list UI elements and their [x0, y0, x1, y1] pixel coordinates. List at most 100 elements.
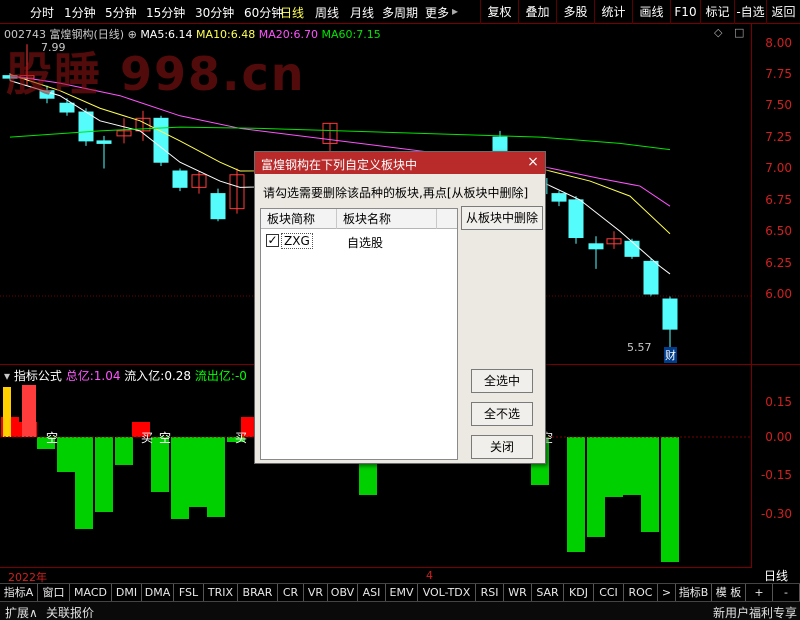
dialog-titlebar[interactable]: 富煌钢构在下列自定义板块中 ×	[255, 152, 545, 174]
price-tick: 6.75	[765, 193, 792, 207]
period-tab-1min[interactable]: 1分钟	[64, 4, 96, 21]
period-tab-multi[interactable]: 多周期	[382, 4, 418, 21]
period-tab-5min[interactable]: 5分钟	[105, 4, 137, 21]
period-tab-monthly[interactable]: 月线	[350, 4, 374, 21]
flow-bar	[189, 437, 207, 507]
chart-square-icon[interactable]: □	[734, 26, 744, 39]
flow-bar	[587, 437, 605, 537]
tab-kdj[interactable]: KDJ	[564, 584, 594, 602]
price-tick: 7.75	[765, 67, 792, 81]
indicator-name[interactable]: 指标公式	[14, 369, 62, 383]
period-tab-15min[interactable]: 15分钟	[146, 4, 185, 21]
flow-bar	[207, 437, 225, 517]
ma60-value: 7.15	[356, 28, 381, 41]
finance-tag[interactable]: 财	[664, 347, 677, 363]
column-header-name[interactable]: 板块名称	[337, 209, 437, 229]
tab-trix[interactable]: TRIX	[204, 584, 238, 602]
delete-from-block-button[interactable]: 从板块中删除	[461, 206, 543, 230]
tab-cci[interactable]: CCI	[594, 584, 624, 602]
related-quote-button[interactable]: 关联报价	[46, 604, 94, 620]
select-all-button[interactable]: 全选中	[471, 369, 533, 393]
tab-vol-tdx[interactable]: VOL-TDX	[418, 584, 476, 602]
tab-roc[interactable]: ROC	[624, 584, 658, 602]
outflow-value: -0	[234, 369, 247, 383]
main-chart-header: 002743 富煌钢构(日线) ⊕ MA5:6.14 MA10:6.48 MA2…	[4, 26, 381, 42]
period-tab-60min[interactable]: 60分钟	[244, 4, 283, 21]
ma60-line	[9, 126, 671, 151]
indicator-header: ▾ 指标公式 总亿:1.04 流入亿:0.28 流出亿:-0	[4, 367, 247, 384]
tab-macd[interactable]: MACD	[70, 584, 112, 602]
mark-button[interactable]: 标记	[700, 0, 734, 24]
dialog-instruction: 请勾选需要删除该品种的板块,再点[从板块中删除]	[263, 186, 529, 200]
block-list[interactable]: 板块简称 板块名称 ✓ ZXG 自选股	[260, 208, 458, 460]
flow-bar	[95, 437, 113, 512]
promo-link[interactable]: 新用户福利专享	[713, 604, 797, 620]
tab-vr[interactable]: VR	[304, 584, 328, 602]
ma-toggle-icon[interactable]: ⊕	[128, 28, 137, 41]
period-tab-30min[interactable]: 30分钟	[195, 4, 234, 21]
overlay-button[interactable]: 叠加	[518, 0, 556, 24]
more-arrow-icon[interactable]: ▸	[452, 4, 458, 18]
price-tick: 7.50	[765, 98, 792, 112]
tab-obv[interactable]: OBV	[328, 584, 358, 602]
statistics-button[interactable]: 统计	[594, 0, 632, 24]
indicator-dropdown-icon[interactable]: ▾	[4, 369, 10, 383]
flow-bar	[57, 437, 75, 472]
month-label: 4	[426, 569, 433, 582]
tab-dmi[interactable]: DMI	[112, 584, 142, 602]
tab-asi[interactable]: ASI	[358, 584, 386, 602]
tab-sar[interactable]: SAR	[532, 584, 564, 602]
tab-rsi[interactable]: RSI	[476, 584, 504, 602]
signal-annotation: 空	[159, 431, 172, 445]
tab-window[interactable]: 窗口	[38, 584, 70, 602]
chart-diamond-icon[interactable]: ◇	[714, 26, 722, 39]
custom-block-dialog: 富煌钢构在下列自定义板块中 × 请勾选需要删除该品种的板块,再点[从板块中删除]…	[254, 151, 546, 464]
inflow-value: 0.28	[164, 369, 192, 383]
high-price-marker: 7.99	[41, 41, 66, 54]
tab-indicator-a[interactable]: 指标A	[0, 584, 38, 602]
tab-remove[interactable]: -	[773, 584, 800, 602]
tab-brar[interactable]: BRAR	[238, 584, 278, 602]
flow-bar	[605, 437, 623, 497]
draw-line-button[interactable]: 画线	[632, 0, 670, 24]
total-label: 总亿:	[65, 369, 94, 383]
expand-button[interactable]: 扩展∧	[5, 604, 38, 620]
tab-wr[interactable]: WR	[504, 584, 532, 602]
stock-code: 002743	[4, 28, 46, 41]
tab-dma[interactable]: DMA	[142, 584, 174, 602]
inflow-label: 流入亿:	[124, 369, 165, 383]
block-code: ZXG	[281, 233, 313, 249]
back-button[interactable]: 返回	[766, 0, 800, 24]
tab-emv[interactable]: EMV	[386, 584, 418, 602]
f10-button[interactable]: F10	[670, 0, 700, 24]
remove-watchlist-button[interactable]: -自选	[734, 0, 766, 24]
ma10-value: 6.48	[230, 28, 256, 41]
fuquan-button[interactable]: 复权	[480, 0, 518, 24]
low-price-marker: 5.57	[627, 341, 652, 354]
candle-body	[78, 111, 94, 142]
column-header-code[interactable]: 板块简称	[261, 209, 337, 229]
multi-stock-button[interactable]: 多股	[556, 0, 594, 24]
list-item[interactable]: ✓ ZXG 自选股	[261, 231, 457, 251]
tab-template[interactable]: 模 板	[712, 584, 746, 602]
flow-bar	[75, 437, 93, 529]
period-tab-daily[interactable]: 日线	[280, 4, 304, 21]
tab-cr[interactable]: CR	[278, 584, 304, 602]
tab-add[interactable]: +	[746, 584, 773, 602]
select-none-button[interactable]: 全不选	[471, 402, 533, 426]
indicator-tick: -0.30	[760, 507, 792, 521]
dialog-close-button[interactable]: 关闭	[471, 435, 533, 459]
candle-body	[210, 193, 226, 220]
flow-bar	[171, 437, 189, 519]
tab-fsl[interactable]: FSL	[174, 584, 204, 602]
stock-name: 富煌钢构(日线)	[49, 28, 125, 41]
tab-indicator-b[interactable]: 指标B	[676, 584, 712, 602]
period-tab-fenshi[interactable]: 分时	[30, 4, 54, 21]
tab-scroll-right[interactable]: >	[658, 584, 676, 602]
period-tab-weekly[interactable]: 周线	[315, 4, 339, 21]
close-icon[interactable]: ×	[525, 155, 541, 171]
flow-bar	[567, 437, 585, 552]
flow-bar	[641, 437, 659, 532]
period-tab-more[interactable]: 更多	[425, 4, 449, 21]
block-checkbox[interactable]: ✓	[266, 234, 279, 247]
